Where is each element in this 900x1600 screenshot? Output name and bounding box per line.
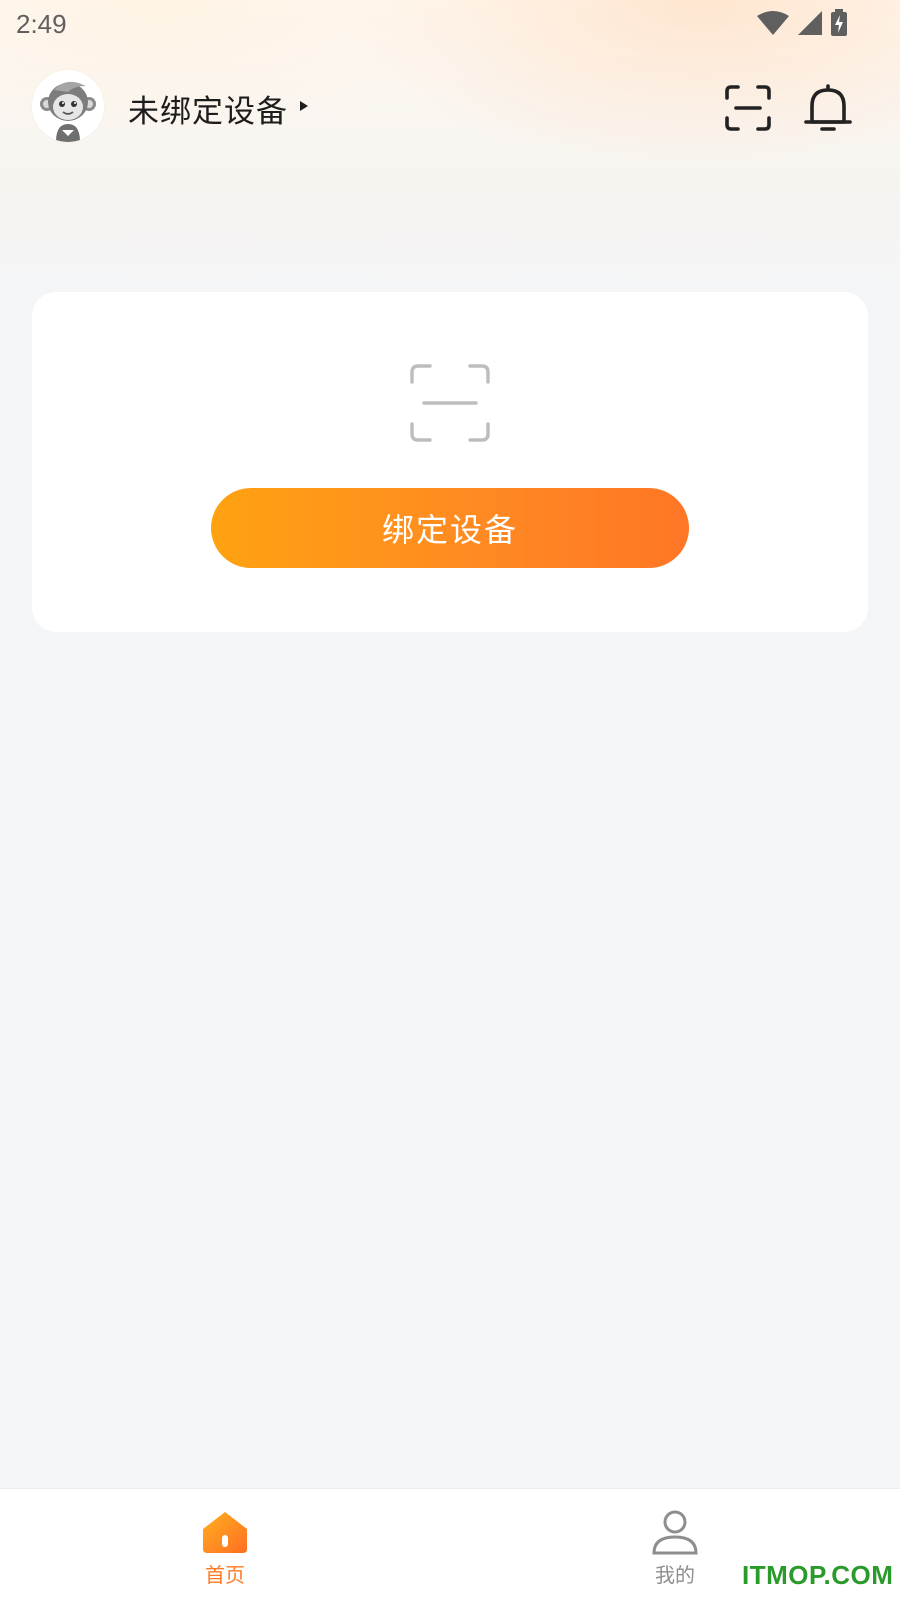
status-bar: 2:49 — [0, 0, 900, 48]
scan-icon[interactable] — [724, 84, 772, 132]
home-icon — [200, 1509, 250, 1555]
tab-mine[interactable]: 我的 — [585, 1489, 765, 1600]
bind-device-button[interactable]: 绑定设备 — [211, 488, 689, 568]
app-screen: 2:49 未绑定设备 绑定设备 首页 我的 ITMOP.COM — [0, 0, 900, 1600]
status-time: 2:49 — [16, 9, 67, 39]
battery-charging-icon — [830, 9, 848, 41]
scan-icon — [408, 362, 492, 444]
monkey-avatar-icon — [32, 70, 104, 142]
device-title[interactable]: 未绑定设备 — [128, 86, 288, 131]
user-icon — [650, 1509, 700, 1555]
home-header: 未绑定设备 — [0, 62, 900, 152]
watermark: ITMOP.COM — [742, 1560, 894, 1590]
status-icons — [756, 9, 848, 41]
avatar[interactable] — [32, 70, 104, 142]
tab-home[interactable]: 首页 — [135, 1489, 315, 1600]
signal-icon — [796, 10, 824, 40]
bell-icon[interactable] — [803, 82, 853, 134]
bind-device-card: 绑定设备 — [32, 292, 868, 632]
tab-mine-label: 我的 — [655, 1563, 695, 1587]
tab-home-label: 首页 — [205, 1563, 245, 1587]
wifi-icon — [756, 10, 790, 40]
caret-right-icon[interactable] — [298, 98, 310, 117]
